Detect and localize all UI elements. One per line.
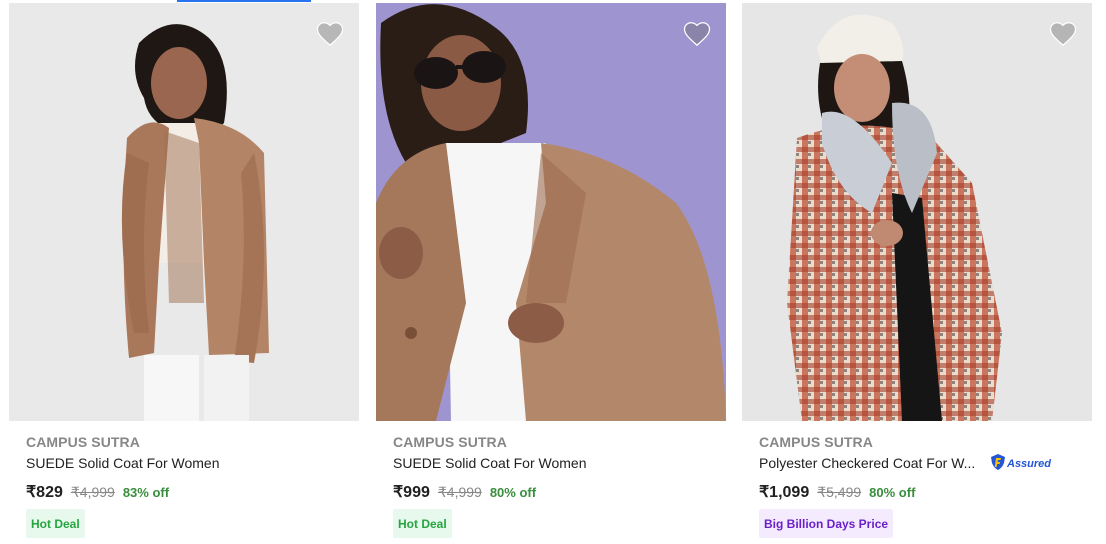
wishlist-heart-icon[interactable] [1048, 19, 1078, 49]
original-price: ₹5,499 [817, 484, 862, 500]
assured-shield-icon [990, 453, 1006, 476]
product-grid: CAMPUS SUTRA SUEDE Solid Coat For Women … [0, 0, 1106, 544]
original-price: ₹4,999 [437, 484, 482, 500]
price-row: ₹1,099 ₹5,499 80% off [759, 482, 915, 502]
product-title[interactable]: SUEDE Solid Coat For Women [26, 455, 219, 471]
discount-percent: 80% off [869, 485, 916, 500]
price-row: ₹999 ₹4,999 80% off [393, 482, 536, 502]
product-image[interactable] [376, 3, 726, 421]
original-price: ₹4,999 [70, 484, 115, 500]
product-card[interactable]: CAMPUS SUTRA SUEDE Solid Coat For Women … [9, 0, 359, 544]
discount-percent: 80% off [489, 485, 537, 500]
assured-label: Assured [1007, 458, 1052, 470]
product-title[interactable]: Polyester Checkered Coat For W... [759, 455, 975, 471]
big-billion-days-badge: Big Billion Days Price [759, 509, 894, 538]
discount-percent: 83% off [122, 485, 170, 500]
hot-deal-badge: Hot Deal [393, 509, 452, 538]
hot-deal-badge: Hot Deal [26, 509, 85, 538]
assured-badge: Assured [990, 453, 1052, 476]
price-row: ₹829 ₹4,999 83% off [26, 482, 169, 502]
product-image[interactable] [742, 3, 1092, 421]
product-title[interactable]: SUEDE Solid Coat For Women [393, 455, 586, 471]
product-brand: CAMPUS SUTRA [393, 434, 507, 450]
product-image[interactable] [9, 3, 359, 421]
selling-price: ₹1,099 [759, 484, 810, 501]
wishlist-heart-icon[interactable] [682, 19, 712, 49]
product-card[interactable]: CAMPUS SUTRA Polyester Checkered Coat Fo… [742, 0, 1092, 544]
wishlist-heart-icon[interactable] [315, 19, 345, 49]
selling-price: ₹999 [393, 484, 430, 501]
product-brand: CAMPUS SUTRA [759, 434, 873, 450]
selling-price: ₹829 [26, 484, 63, 501]
product-brand: CAMPUS SUTRA [26, 434, 140, 450]
product-card[interactable]: CAMPUS SUTRA SUEDE Solid Coat For Women … [376, 0, 726, 544]
